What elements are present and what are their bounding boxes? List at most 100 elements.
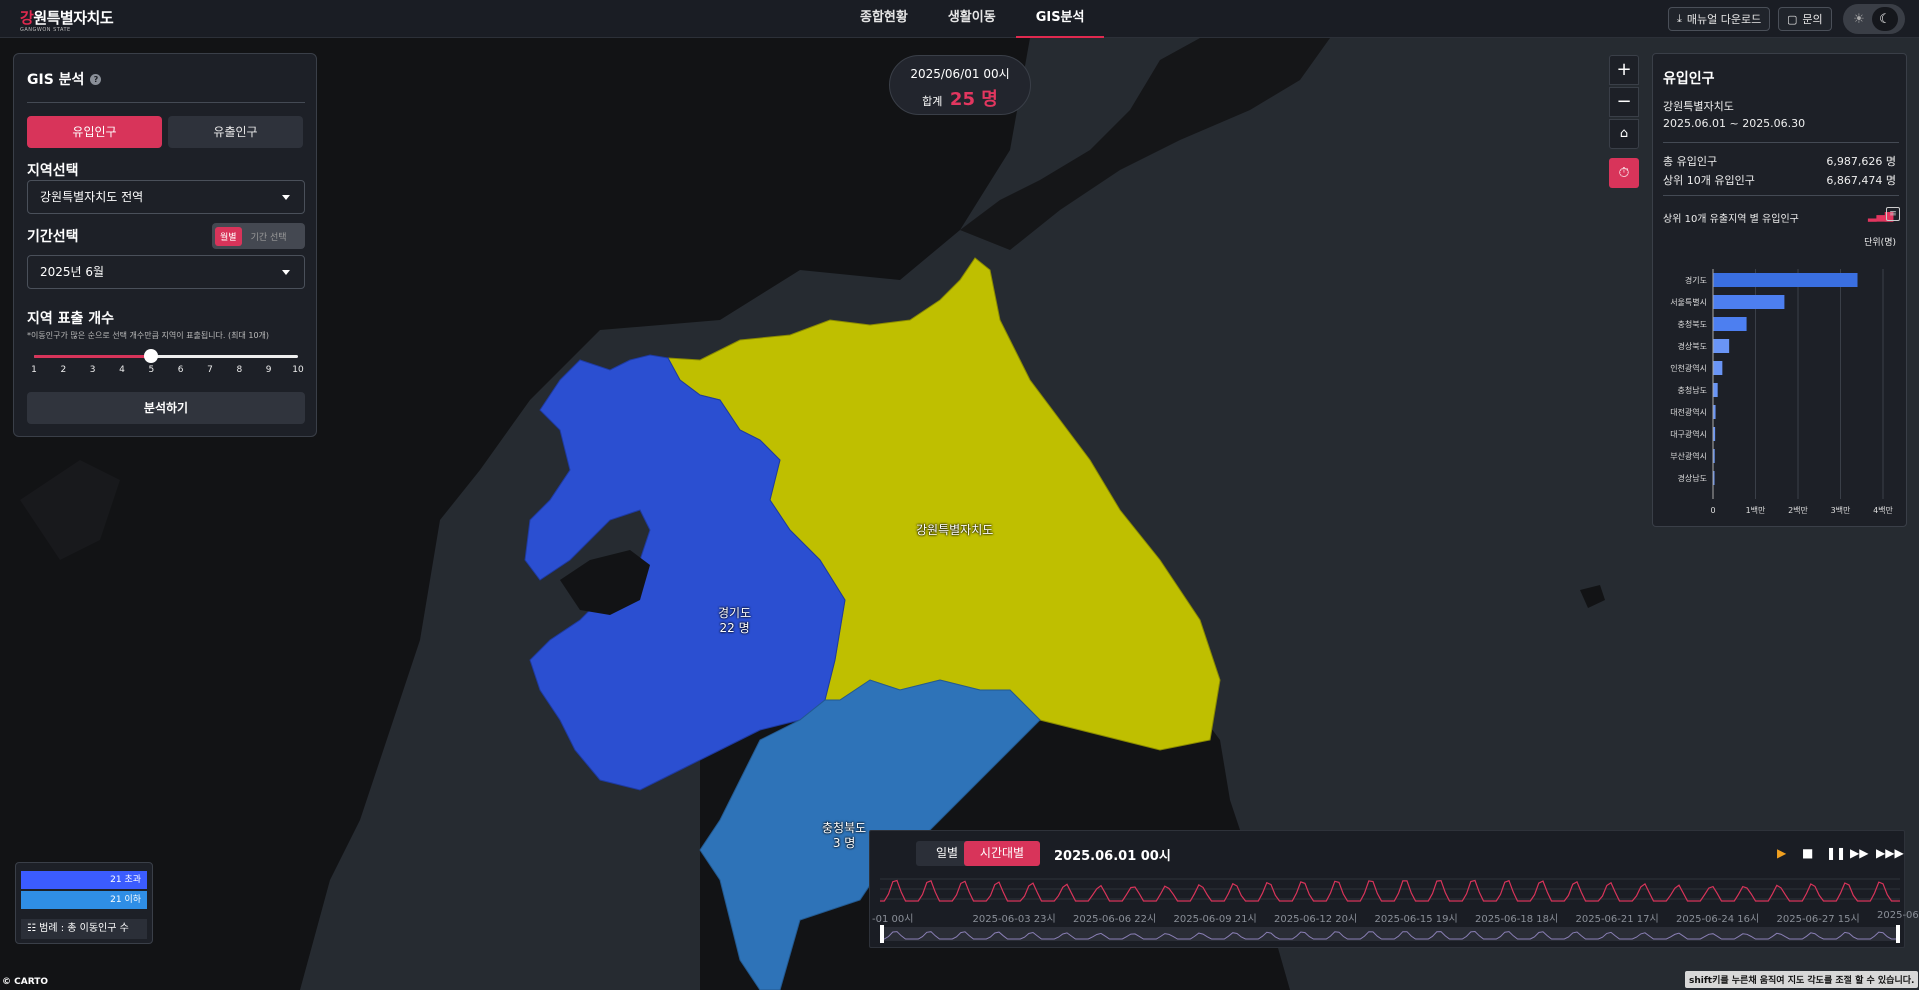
x-tick-label: 2백만: [1788, 505, 1808, 515]
zoom-out-button[interactable]: −: [1609, 87, 1639, 117]
timeline-panel: 일별 시간대별 2025.06.01 00시 ▶ ■ ❚❚ ▶▶ ▶▶▶ -01…: [869, 830, 1919, 949]
home-icon[interactable]: ⌂: [1609, 119, 1639, 149]
region-count-note: *이동인구가 많은 순으로 선택 개수만큼 지역이 표출됩니다. (최대 10개…: [27, 331, 270, 340]
region-name: 경기도: [718, 606, 752, 620]
bar[interactable]: [1713, 273, 1858, 287]
moon-icon[interactable]: ☾: [1872, 7, 1898, 31]
legend-label: ☷ 범례 : 총 이동인구 수: [21, 919, 147, 939]
logo-accent: 강: [20, 9, 34, 27]
period-select-value: 2025년 6월: [40, 265, 105, 279]
period-mode-toggle[interactable]: 월별 기간 선택: [212, 223, 305, 249]
category-label: 충청북도: [1678, 320, 1707, 329]
divider: [1663, 195, 1899, 196]
tab-outflow[interactable]: 유출인구: [168, 116, 303, 148]
category-label: 경기도: [1685, 275, 1707, 285]
x-tick-label: 0: [1710, 506, 1715, 515]
current-datetime: 2025/06/01 00시: [910, 67, 1010, 81]
panel-title-text: GIS 분석: [27, 72, 85, 88]
bar[interactable]: [1713, 383, 1718, 397]
tab-inflow[interactable]: 유입인구: [27, 116, 162, 148]
time-summary: 2025/06/01 00시 합계 25 명: [889, 55, 1031, 115]
map-attribution: © CARTO: [2, 977, 49, 987]
region-count-slider[interactable]: [34, 349, 298, 363]
brush-handle-left[interactable]: [880, 925, 884, 943]
main-nav: 종합현황 생활이동 GIS분석: [840, 0, 1105, 38]
nav-movement[interactable]: 생활이동: [928, 0, 1016, 38]
slider-tick: 5: [148, 365, 155, 375]
inflow-bar-chart: 0 1백만 2백만 3백만 4백만 경기도서울특별시충청북도경상북도인천광역시충청남도대전…: [1670, 269, 1894, 515]
total-inflow-label: 총 유입인구: [1663, 155, 1718, 168]
top-bar: 강원특별자치도 GANGWON STATE 종합현황 생활이동 GIS분석 ⤓ …: [0, 0, 1919, 38]
x-tick-label: 4백만: [1873, 505, 1893, 515]
slider-tick: 1: [31, 365, 37, 375]
period-select-label: 기간선택: [27, 229, 79, 245]
timeline-axis-label: 2025-06-15 19시: [1374, 914, 1458, 925]
gis-analysis-panel: GIS 분석 ? 유입인구 유출인구 지역선택 강원특별자치도 전역 기간선택 …: [13, 53, 317, 437]
timeline-axis-label: 2025-06-12 20시: [1274, 914, 1358, 925]
timeline-axis-label: -01 00시: [872, 914, 914, 925]
category-label: 서울특별시: [1670, 297, 1707, 307]
timeline-axis-label: 2025-06-21 17시: [1575, 914, 1659, 925]
theme-toggle[interactable]: ☀ ☾: [1843, 4, 1905, 34]
region-label-chungbuk: 충청북도 3 명: [822, 821, 866, 851]
download-icon: ⤓: [1677, 12, 1682, 25]
bar[interactable]: [1713, 295, 1785, 309]
timeline-axis-label: 2025-06-30: [1877, 910, 1919, 921]
sun-icon[interactable]: ☀: [1846, 7, 1872, 31]
slider-tick: 7: [207, 365, 213, 375]
zoom-in-button[interactable]: +: [1609, 55, 1639, 85]
caret-down-icon: [282, 270, 290, 275]
period-monthly-option[interactable]: 월별: [215, 226, 242, 246]
total-inflow-value: 6,987,626 명: [1826, 155, 1896, 168]
bar[interactable]: [1713, 339, 1730, 353]
timer-icon[interactable]: ⏱: [1609, 158, 1639, 188]
region-count-label: 지역 표출 개수: [27, 311, 115, 327]
slider-thumb[interactable]: [144, 349, 159, 363]
rp-period: 2025.06.01 ~ 2025.06.30: [1663, 117, 1806, 130]
region-label-gyeonggi: 경기도 22 명: [718, 606, 751, 636]
help-icon[interactable]: ?: [90, 73, 102, 85]
category-label: 충청남도: [1678, 386, 1707, 395]
panel-title: GIS 분석 ?: [27, 69, 102, 89]
logo-text: 원특별자치도: [33, 9, 114, 27]
x-tick-label: 1백만: [1746, 505, 1766, 515]
legend-low: 21 이하: [21, 891, 147, 909]
nav-gis[interactable]: GIS분석: [1015, 0, 1105, 38]
region-select-value: 강원특별자치도 전역: [40, 190, 144, 204]
map-hint: shift키를 누른채 움직여 지도 각도를 조절 할 수 있습니다.: [1685, 971, 1919, 988]
region-select[interactable]: 강원특별자치도 전역: [27, 180, 305, 214]
slider-fill: [34, 355, 152, 358]
slider-tick: 8: [236, 365, 243, 375]
period-select[interactable]: 2025년 6월: [27, 255, 305, 289]
island-east: [1580, 585, 1605, 608]
chat-icon: ▢: [1787, 12, 1798, 26]
table-icon[interactable]: ≡: [1886, 207, 1900, 221]
inquiry-button[interactable]: ▢ 문의: [1778, 7, 1832, 31]
region-value: 22 명: [719, 621, 750, 635]
timeline-line: [880, 879, 1900, 902]
analyze-button[interactable]: 분석하기: [27, 392, 305, 424]
nav-overview[interactable]: 종합현황: [840, 0, 928, 38]
divider: [1663, 142, 1899, 143]
manual-download-button[interactable]: ⤓ 매뉴얼 다운로드: [1668, 7, 1771, 31]
bar[interactable]: [1713, 361, 1723, 375]
bar[interactable]: [1713, 317, 1747, 331]
chart-unit: 단위(명): [1864, 238, 1896, 248]
period-range-option[interactable]: 기간 선택: [246, 227, 292, 246]
category-label: 대전광역시: [1670, 407, 1707, 417]
total-value: 25 명: [949, 89, 998, 110]
timeline-axis-label: 2025-06-06 22시: [1073, 914, 1157, 925]
logo[interactable]: 강원특별자치도 GANGWON STATE: [20, 7, 114, 33]
map-legend: 21 초과 21 이하 ☷ 범례 : 총 이동인구 수: [15, 862, 153, 944]
total-summary: 합계 25 명: [890, 85, 1030, 111]
slider-tick: 10: [292, 365, 304, 375]
timeline-chart[interactable]: [870, 831, 1906, 949]
region-value: 3 명: [832, 836, 856, 850]
slider-tick: 2: [60, 365, 67, 375]
inquiry-label: 문의: [1802, 13, 1823, 26]
brush-handle-right[interactable]: [1896, 925, 1900, 943]
timeline-axis-label: 2025-06-09 21시: [1173, 914, 1257, 925]
top10-inflow-label: 상위 10개 유입인구: [1663, 174, 1755, 187]
legend-label-text: 범례 : 총 이동인구 수: [39, 923, 129, 934]
manual-download-label: 매뉴얼 다운로드: [1686, 13, 1762, 26]
